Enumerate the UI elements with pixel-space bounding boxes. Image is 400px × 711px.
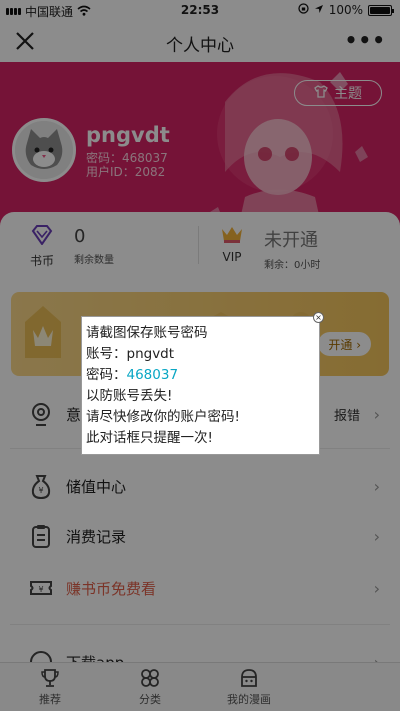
dialog-line-change-password: 请尽快修改你的账户密码! bbox=[86, 409, 240, 425]
dialog-password-value: 468037 bbox=[126, 367, 179, 383]
dialog-line-screenshot: 请截图保存账号密码 bbox=[86, 325, 208, 341]
dialog-password-line: 密码：468037 bbox=[86, 365, 315, 386]
save-credentials-dialog: × 请截图保存账号密码 账号：pngvdt 密码：468037 以防账号丢失! … bbox=[81, 312, 324, 455]
dialog-account-line: 账号：pngvdt bbox=[86, 344, 315, 365]
dialog-line-once: 此对话框只提醒一次! bbox=[86, 430, 213, 446]
dialog-account-value: pngvdt bbox=[126, 346, 175, 362]
dialog-password-prefix: 密码： bbox=[86, 367, 127, 383]
dialog-line-prevent-loss: 以防账号丢失! bbox=[86, 388, 173, 404]
dialog-close-button[interactable]: × bbox=[313, 312, 324, 323]
dialog-account-prefix: 账号： bbox=[86, 346, 127, 362]
